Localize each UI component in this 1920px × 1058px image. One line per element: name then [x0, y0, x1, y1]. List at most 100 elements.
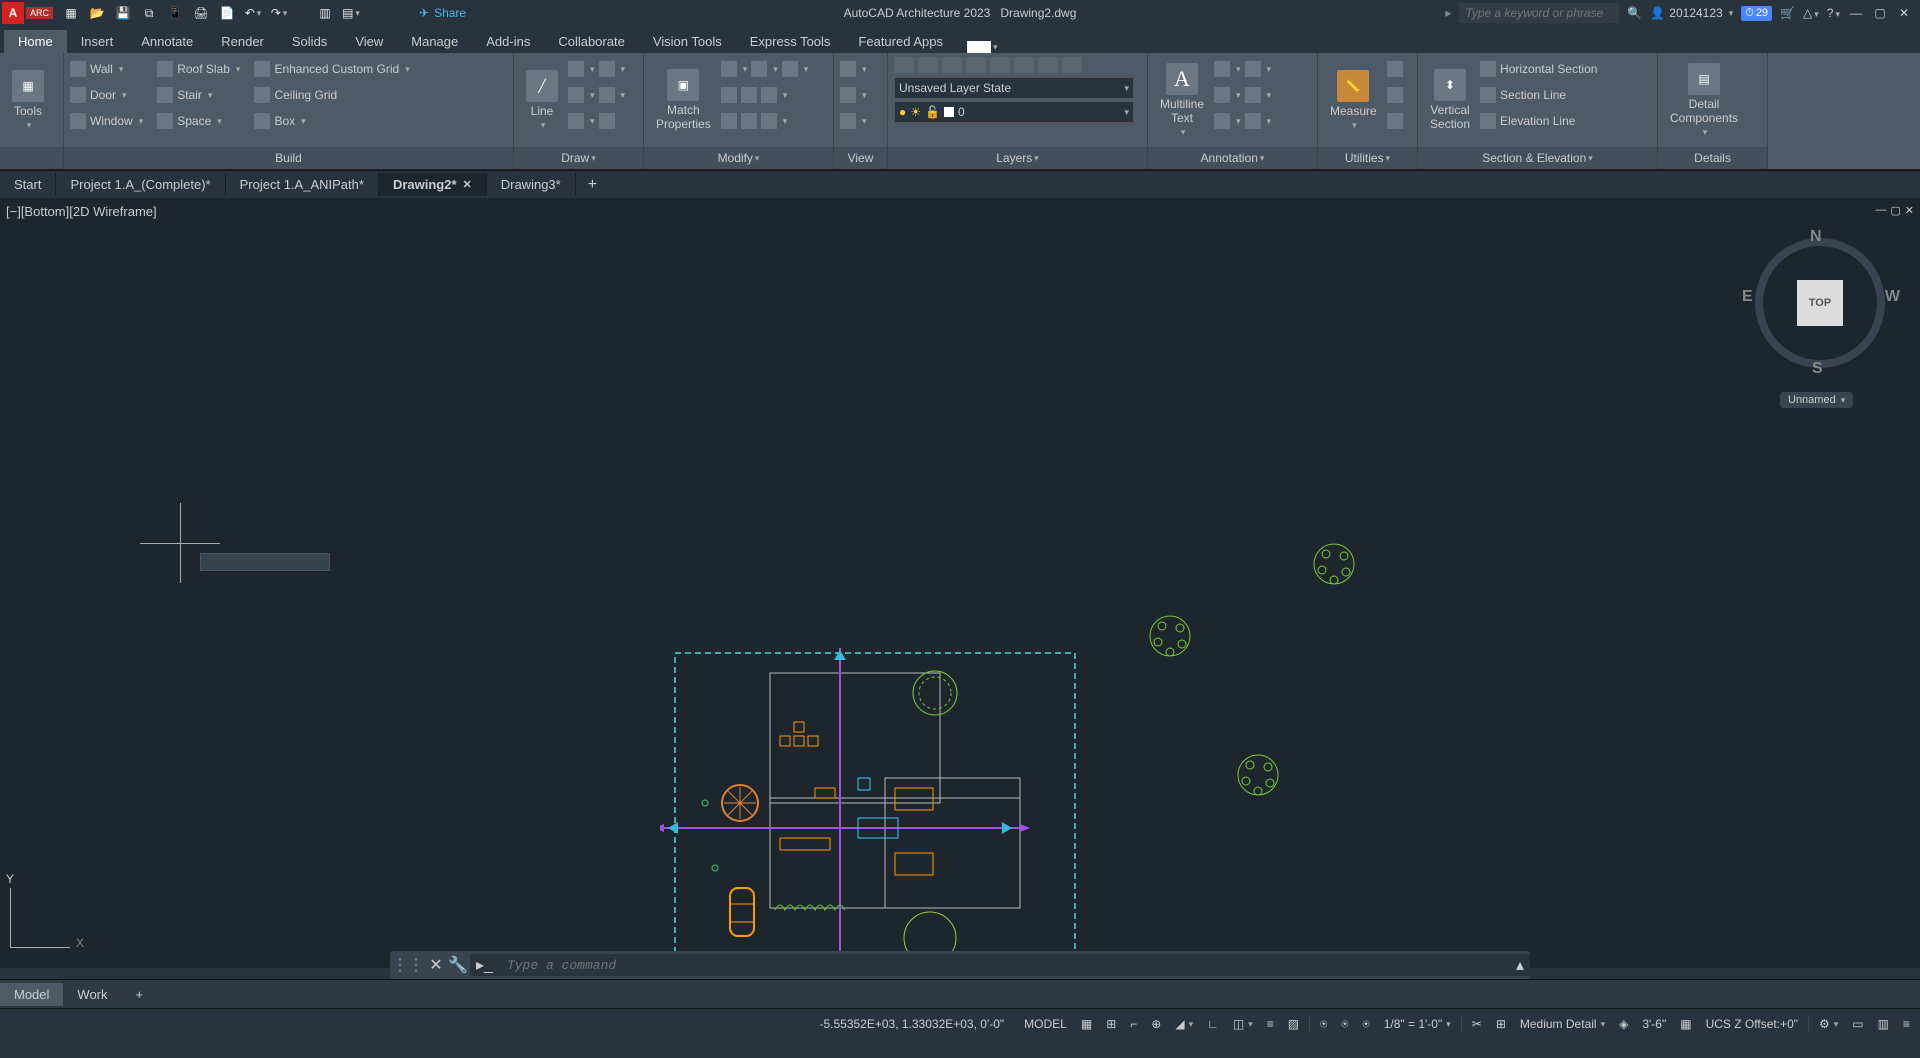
- modify-panel-title[interactable]: Modify▾: [644, 147, 833, 169]
- doc-tab-anipath[interactable]: Project 1.A_ANIPath*: [226, 173, 379, 196]
- layer-state-combo[interactable]: Unsaved Layer State▾: [894, 77, 1134, 99]
- workspace-icon[interactable]: ⚙▾: [1815, 1015, 1842, 1033]
- lineweight-toggle[interactable]: ≡: [1263, 1015, 1278, 1033]
- section-panel-title[interactable]: Section & Elevation▾: [1418, 147, 1657, 169]
- ucs-offset[interactable]: UCS Z Offset:+0": [1702, 1015, 1802, 1033]
- navcube-top[interactable]: TOP: [1797, 280, 1843, 326]
- tab-view[interactable]: View: [341, 30, 397, 53]
- notification-badge[interactable]: ⏱ 29: [1741, 6, 1772, 21]
- tab-featured[interactable]: Featured Apps: [844, 30, 957, 53]
- rect-button[interactable]: ▾: [568, 109, 625, 133]
- text-button[interactable]: AMultiline Text▾: [1154, 57, 1210, 143]
- layer-tool-icon[interactable]: [990, 57, 1010, 73]
- copy-icon[interactable]: [721, 87, 737, 103]
- util-icon[interactable]: [1387, 61, 1403, 77]
- elevline-button[interactable]: Elevation Line: [1480, 109, 1597, 133]
- osnap-toggle[interactable]: ∟: [1203, 1015, 1223, 1033]
- layer-tool-icon[interactable]: [918, 57, 938, 73]
- util-icon[interactable]: [1387, 113, 1403, 129]
- navcube-n[interactable]: N: [1810, 228, 1822, 246]
- table-icon[interactable]: [1214, 87, 1230, 103]
- share-button[interactable]: ✈ Share: [419, 6, 466, 20]
- layout-tab-model[interactable]: Model: [0, 983, 63, 1006]
- tab-solids[interactable]: Solids: [278, 30, 341, 53]
- tab-home[interactable]: Home: [4, 30, 67, 53]
- tab-collaborate[interactable]: Collaborate: [544, 30, 639, 53]
- leader-icon[interactable]: [1245, 61, 1261, 77]
- tools-button[interactable]: ▦Tools▾: [6, 57, 50, 143]
- ortho-toggle[interactable]: ⌐: [1126, 1015, 1141, 1033]
- close-icon[interactable]: ✕: [463, 178, 472, 191]
- replace-z-icon[interactable]: ⊞: [1492, 1015, 1510, 1033]
- navcube-w[interactable]: W: [1885, 288, 1900, 306]
- tab-addins[interactable]: Add-ins: [472, 30, 544, 53]
- vsection-button[interactable]: ⬍Vertical Section: [1424, 57, 1476, 143]
- move-icon[interactable]: [721, 61, 737, 77]
- app-logo[interactable]: A: [2, 2, 24, 24]
- keynote-icon[interactable]: [1214, 113, 1230, 129]
- tab-overflow[interactable]: ▾: [967, 41, 998, 53]
- cmd-config-button[interactable]: 🔧: [446, 955, 470, 975]
- search-icon[interactable]: 🔍: [1627, 6, 1642, 20]
- details-button[interactable]: ▤Detail Components▾: [1664, 57, 1744, 143]
- doc-tab-drawing3[interactable]: Drawing3*: [487, 173, 576, 196]
- line-button[interactable]: ╱Line▾: [520, 57, 564, 143]
- layer-tool-icon[interactable]: [1014, 57, 1034, 73]
- layer-tool-icon[interactable]: [942, 57, 962, 73]
- open-icon[interactable]: 📂: [89, 5, 105, 21]
- scale-display[interactable]: 1/8" = 1'-0"▾: [1380, 1015, 1455, 1033]
- doc-tab-start[interactable]: Start: [0, 173, 56, 196]
- search-input[interactable]: [1459, 3, 1619, 23]
- arc-button[interactable]: ▾▾: [568, 83, 625, 107]
- drag-handle-icon[interactable]: ⋮⋮: [390, 955, 426, 975]
- add-tab-button[interactable]: +: [576, 172, 609, 198]
- stair-button[interactable]: Stair▾: [157, 83, 240, 107]
- annotation-panel-title[interactable]: Annotation▾: [1148, 147, 1317, 169]
- command-input[interactable]: [499, 954, 1510, 976]
- layer-current-combo[interactable]: ● ☀ 🔓 0 ▾: [894, 101, 1134, 123]
- pan-icon[interactable]: [840, 87, 856, 103]
- elevation-display[interactable]: 3'-6": [1638, 1015, 1670, 1033]
- tab-express[interactable]: Express Tools: [736, 30, 845, 53]
- iso-toggle[interactable]: ◢▾: [1171, 1015, 1197, 1033]
- navcube-s[interactable]: S: [1812, 360, 1823, 378]
- zoom-icon[interactable]: [840, 61, 856, 77]
- tag-icon[interactable]: [1245, 87, 1261, 103]
- trim-icon[interactable]: [782, 61, 798, 77]
- minimize-button[interactable]: —: [1848, 6, 1864, 20]
- tab-vision[interactable]: Vision Tools: [639, 30, 736, 53]
- print-icon[interactable]: 📄: [219, 5, 235, 21]
- secline-button[interactable]: Section Line: [1480, 83, 1597, 107]
- layer-tool-icon[interactable]: [966, 57, 986, 73]
- redo-icon[interactable]: ↷▾: [271, 5, 287, 21]
- polyline-button[interactable]: ▾▾: [568, 57, 625, 81]
- cmd-recent-button[interactable]: ▴: [1510, 954, 1530, 976]
- fillet-icon[interactable]: [761, 87, 777, 103]
- transparency-toggle[interactable]: ▨: [1284, 1015, 1303, 1033]
- cmd-close-button[interactable]: ✕: [426, 955, 446, 975]
- model-space-badge[interactable]: MODEL: [1020, 1015, 1071, 1033]
- vp-maximize-icon[interactable]: ▢: [1890, 204, 1900, 217]
- tab-render[interactable]: Render: [207, 30, 278, 53]
- measure-button[interactable]: 📏Measure▾: [1324, 57, 1383, 143]
- add-layout-button[interactable]: +: [122, 983, 158, 1006]
- draw-panel-title[interactable]: Draw▾: [514, 147, 643, 169]
- units-icon[interactable]: ▭: [1848, 1015, 1867, 1033]
- customize-icon[interactable]: ≡: [1899, 1015, 1914, 1033]
- window-button[interactable]: Window▾: [70, 109, 143, 133]
- mirror-icon[interactable]: [741, 87, 757, 103]
- otrack-toggle[interactable]: ◫▾: [1229, 1015, 1257, 1033]
- scale-icon[interactable]: [741, 113, 757, 129]
- utilities-panel-title[interactable]: Utilities▾: [1318, 147, 1417, 169]
- snap-toggle[interactable]: ⊞: [1102, 1015, 1120, 1033]
- cutplane-icon[interactable]: ✂: [1468, 1015, 1486, 1033]
- layer-tool-icon[interactable]: [894, 57, 914, 73]
- viewport-label[interactable]: [−][Bottom][2D Wireframe]: [6, 204, 157, 219]
- search-expand-icon[interactable]: ▸: [1445, 6, 1451, 20]
- coordinates-readout[interactable]: -5.55352E+03, 1.33032E+03, 0'-0": [819, 1017, 1004, 1031]
- space-button[interactable]: Space▾: [157, 109, 240, 133]
- anno-visibility-icon[interactable]: ⍟: [1337, 1015, 1352, 1034]
- tab-annotate[interactable]: Annotate: [127, 30, 207, 53]
- sheet-icon[interactable]: ▤▾: [343, 5, 359, 21]
- navcube-e[interactable]: E: [1742, 288, 1753, 306]
